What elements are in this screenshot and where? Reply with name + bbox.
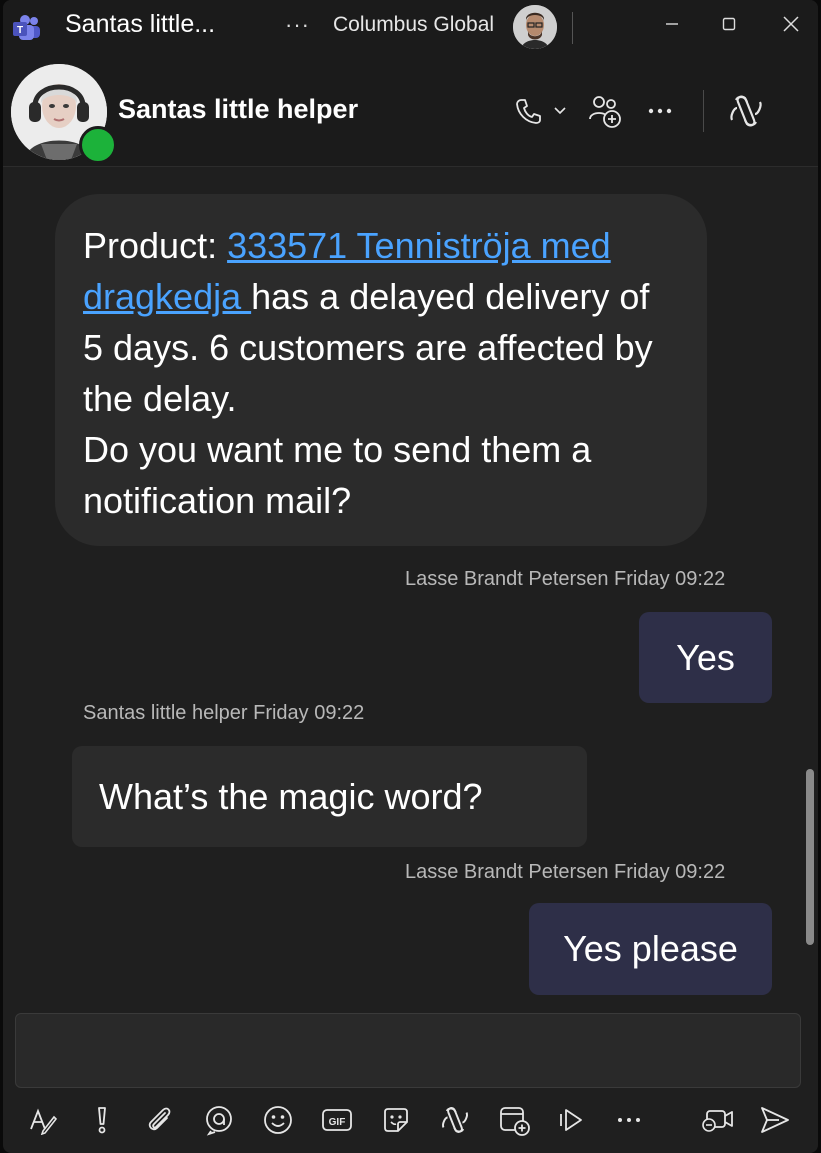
teams-chat-window: T Santas little... ··· Columbus Global S…: [3, 0, 818, 1153]
more-icon[interactable]: [609, 1100, 649, 1140]
stream-icon[interactable]: [552, 1100, 592, 1140]
close-icon[interactable]: [765, 4, 817, 44]
user-message-bubble: Yes please: [529, 903, 772, 995]
copilot-icon[interactable]: [727, 92, 765, 130]
teams-app-icon: T: [12, 14, 42, 42]
svg-text:T: T: [17, 25, 23, 36]
divider: [572, 12, 573, 44]
chat-title: Santas little helper: [118, 94, 359, 124]
organization-name[interactable]: Columbus Global: [333, 13, 494, 37]
call-icon[interactable]: [513, 94, 543, 128]
message-list: Product: 333571 Tenniströja med dragkedj…: [3, 167, 818, 1009]
bot-message-bubble: What’s the magic word?: [72, 746, 587, 847]
scrollbar-thumb[interactable]: [806, 769, 814, 945]
message-compose-box[interactable]: [15, 1013, 801, 1088]
compose-toolbar: GIF: [3, 1094, 818, 1150]
priority-icon[interactable]: [82, 1100, 122, 1140]
sticker-icon[interactable]: [376, 1100, 416, 1140]
window-title: Santas little...: [65, 10, 216, 38]
format-icon[interactable]: [23, 1100, 63, 1140]
user-avatar[interactable]: [513, 5, 557, 49]
message-text: What’s the magic word?: [99, 775, 483, 817]
bot-message-bubble: Product: 333571 Tenniströja med dragkedj…: [55, 194, 707, 546]
message-text: Yes: [676, 636, 735, 678]
schedule-meeting-icon[interactable]: [494, 1100, 534, 1140]
title-bar: T Santas little... ··· Columbus Global: [3, 0, 818, 54]
message-meta: Lasse Brandt Petersen Friday 09:22: [405, 568, 726, 590]
send-icon[interactable]: [755, 1100, 795, 1140]
loop-icon[interactable]: [199, 1100, 239, 1140]
add-people-icon[interactable]: [587, 92, 623, 130]
more-icon[interactable]: [645, 96, 675, 126]
emoji-icon[interactable]: [258, 1100, 298, 1140]
attach-icon[interactable]: [140, 1100, 180, 1140]
more-icon[interactable]: ···: [285, 12, 310, 38]
message-text: Product:: [83, 225, 228, 266]
chat-header: Santas little helper: [3, 54, 818, 167]
chevron-down-icon[interactable]: [551, 102, 569, 120]
maximize-icon[interactable]: [703, 4, 755, 44]
copilot-icon[interactable]: [435, 1100, 475, 1140]
message-meta: Santas little helper Friday 09:22: [83, 702, 365, 724]
message-text: Do you want me to send them a notificati…: [83, 429, 592, 521]
message-text: Yes please: [563, 928, 738, 969]
gif-icon[interactable]: GIF: [317, 1100, 357, 1140]
svg-text:GIF: GIF: [329, 1117, 346, 1128]
message-meta: Lasse Brandt Petersen Friday 09:22: [405, 861, 726, 883]
user-message-bubble: Yes: [639, 612, 772, 703]
meet-now-icon[interactable]: [698, 1100, 738, 1140]
minimize-icon[interactable]: [646, 4, 698, 44]
divider: [703, 90, 704, 132]
presence-available-icon: [79, 126, 117, 164]
